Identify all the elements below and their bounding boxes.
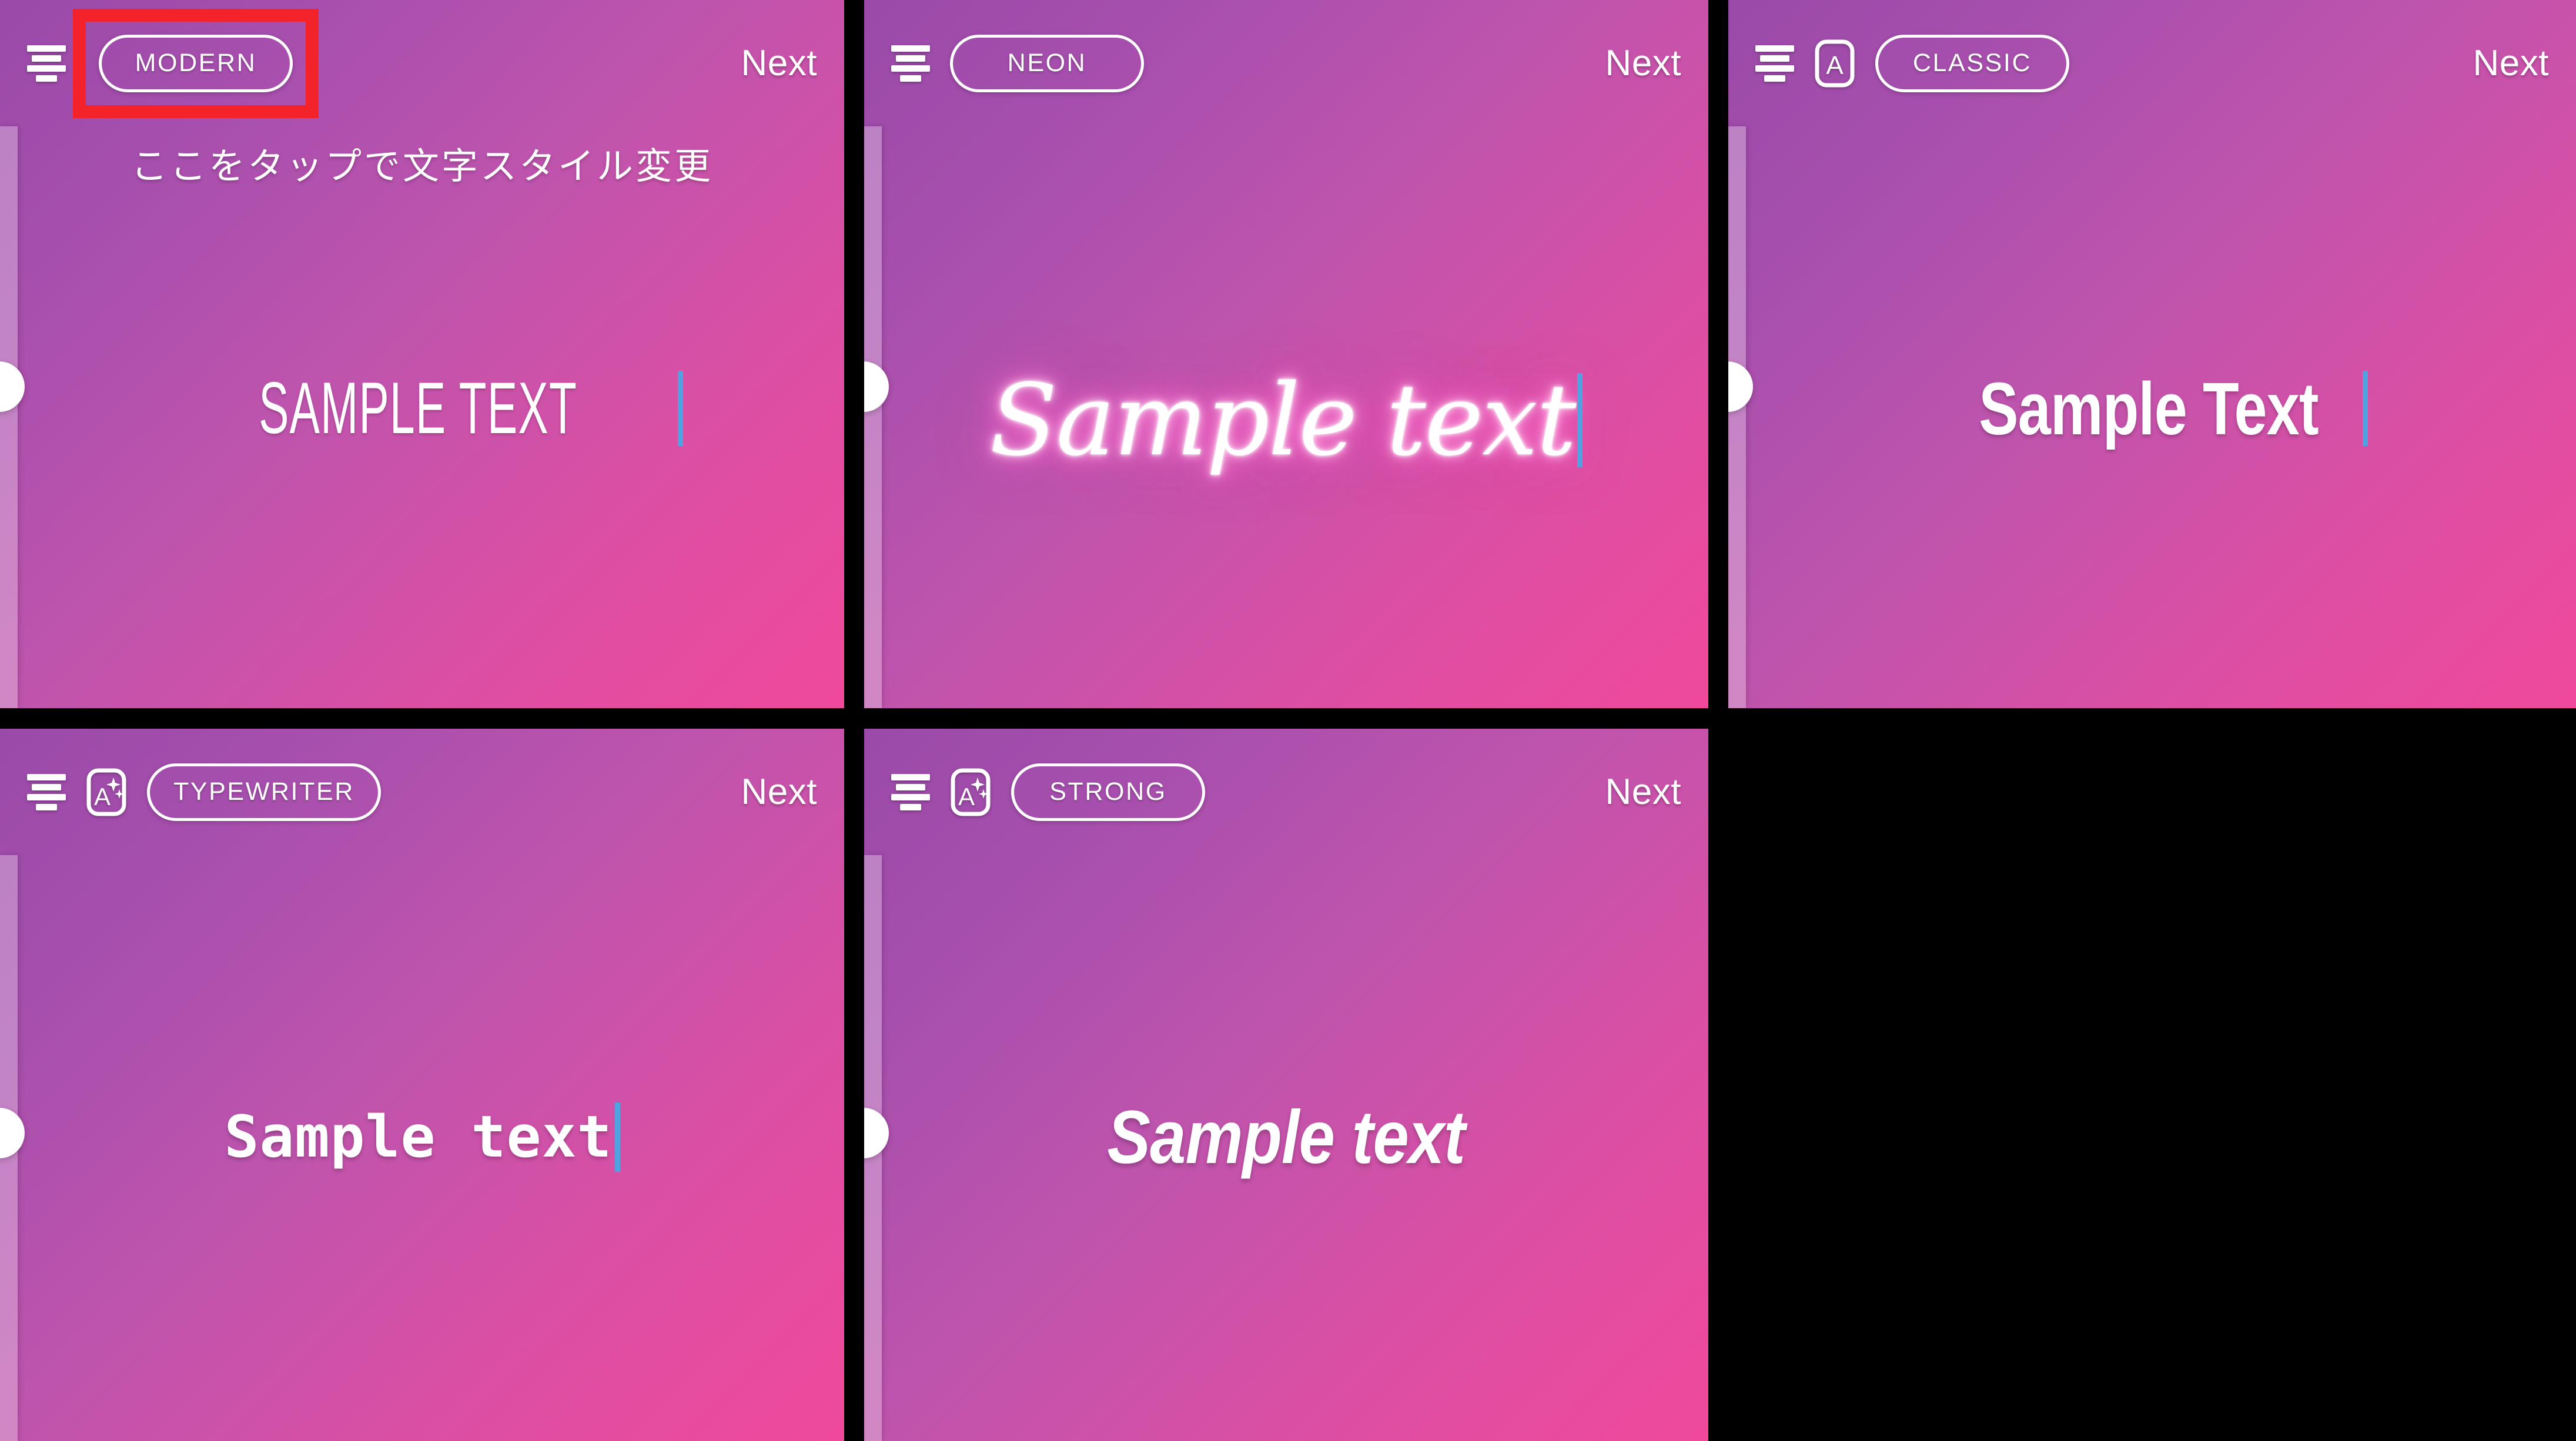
toolbar: A CLASSIC Next [1728,0,2576,126]
sample-text-row[interactable]: Sample text [864,1081,1708,1193]
panel-classic[interactable]: A CLASSIC Next Sample Text [1728,0,2576,708]
toolbar: NEON Next [864,0,1708,126]
sample-text-row[interactable]: SAMPLE TEXT [0,353,844,464]
svg-text:A: A [94,783,111,810]
next-button[interactable]: Next [1605,42,1681,84]
style-pill-label: TYPEWRITER [173,778,354,806]
text-canvas[interactable]: Sample text [864,855,1708,1441]
font-magic-icon[interactable]: A [950,768,991,816]
text-align-icon[interactable] [891,45,930,82]
panel-grid: MODERN Next ここをタップで文字スタイル変更 SAMPLE TEXT NEON… [0,0,2576,1441]
style-pill-wrapper: MODERN [73,8,319,118]
sample-text-row[interactable]: Sample Text [1728,353,2576,464]
style-pill-wrapper: STRONG [1011,763,1205,821]
panel-typewriter[interactable]: A TYPEWRITER Next Sample text [0,729,844,1441]
style-pill-label: CLASSIC [1912,49,2032,77]
toolbar: A STRONG Next [864,729,1708,855]
style-pill-label: STRONG [1049,778,1167,806]
style-pill-label: MODERN [135,49,257,77]
text-caret [1577,373,1583,467]
text-align-icon[interactable] [891,773,930,810]
style-pill-label: NEON [1007,49,1087,77]
sample-text[interactable]: Sample Text [1979,366,2319,451]
svg-text:A: A [958,783,975,810]
style-pill-strong[interactable]: STRONG [1011,763,1205,821]
style-pill-typewriter[interactable]: TYPEWRITER [147,763,381,821]
sample-text[interactable]: Sample text [1108,1094,1466,1181]
style-pill-wrapper: CLASSIC [1875,34,2069,92]
next-button[interactable]: Next [741,771,817,813]
style-pill-modern[interactable]: MODERN [99,34,293,92]
text-align-icon[interactable] [27,45,66,82]
text-caret [677,371,683,446]
style-pill-wrapper: NEON [950,34,1144,92]
sample-text-row[interactable]: Sample text [864,363,1708,478]
toolbar: MODERN Next [0,0,844,126]
svg-text:A: A [1826,51,1844,80]
sample-text[interactable]: Sample text [224,1104,612,1171]
panel-strong[interactable]: A STRONG Next Sample text [864,729,1708,1441]
style-pill-wrapper: TYPEWRITER [147,763,381,821]
font-letter-icon[interactable]: A [1814,39,1855,88]
panel-blank [1728,729,2576,1441]
text-caret [2363,371,2368,446]
style-pill-classic[interactable]: CLASSIC [1875,34,2069,92]
panel-modern[interactable]: MODERN Next ここをタップで文字スタイル変更 SAMPLE TEXT [0,0,844,708]
text-align-icon[interactable] [27,773,66,810]
panel-neon[interactable]: NEON Next Sample text [864,0,1708,708]
text-caret [614,1102,620,1172]
next-button[interactable]: Next [741,42,817,84]
font-magic-icon[interactable]: A [86,768,127,816]
sample-text[interactable]: SAMPLE TEXT [259,367,577,450]
text-canvas[interactable]: Sample Text [1728,126,2576,708]
text-canvas[interactable]: SAMPLE TEXT [0,126,844,708]
style-pill-neon[interactable]: NEON [950,34,1144,92]
text-align-icon[interactable] [1755,45,1794,82]
toolbar: A TYPEWRITER Next [0,729,844,855]
text-canvas[interactable]: Sample text [864,126,1708,708]
sample-text-row[interactable]: Sample text [0,1081,844,1193]
sample-text[interactable]: Sample text [990,363,1577,478]
next-button[interactable]: Next [1605,771,1681,813]
next-button[interactable]: Next [2473,42,2549,84]
text-canvas[interactable]: Sample text [0,855,844,1441]
